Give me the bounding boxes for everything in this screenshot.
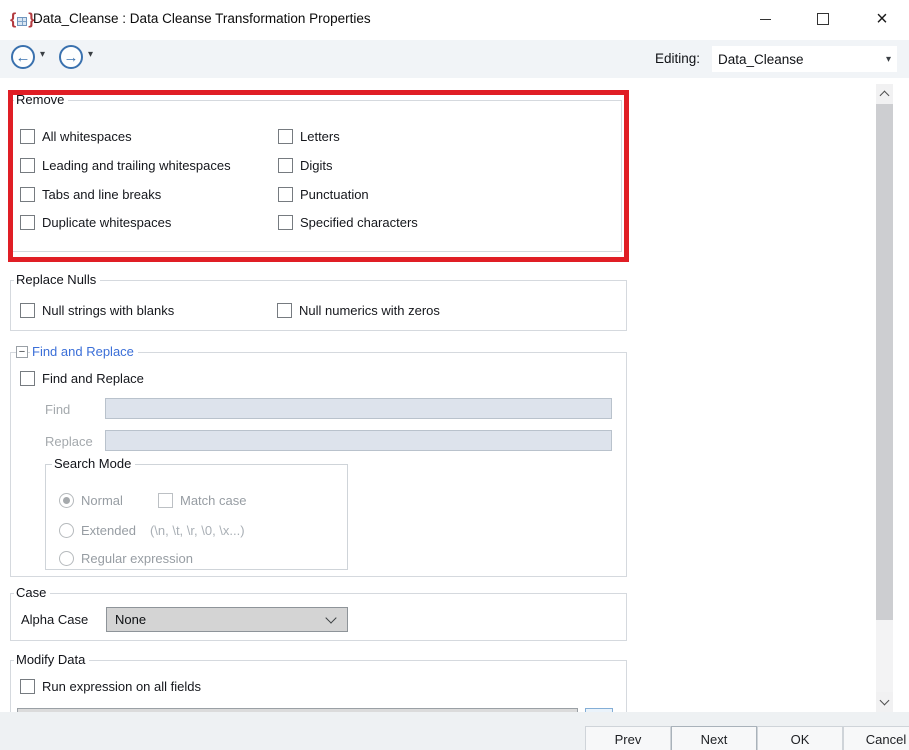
window-title: Data_Cleanse : Data Cleanse Transformati… [33, 11, 371, 26]
checkbox-punctuation[interactable] [278, 187, 293, 202]
back-icon: ← [16, 50, 31, 65]
checkbox-null-strings-blanks[interactable] [20, 303, 35, 318]
checkbox-all-whitespaces[interactable] [20, 129, 35, 144]
alpha-case-label: Alpha Case [21, 612, 88, 627]
group-case: Case Alpha Case None [10, 593, 627, 641]
close-button[interactable]: × [862, 0, 902, 38]
app-icon-grid [17, 17, 27, 26]
forward-dropdown-caret-icon[interactable]: ▾ [88, 49, 93, 60]
find-label: Find [45, 402, 70, 417]
checkbox-label: Null numerics with zeros [299, 303, 440, 318]
alpha-case-value: None [107, 612, 327, 627]
group-search-mode: Search Mode Normal Match case Extended(\… [45, 464, 348, 570]
checkbox-leading-trailing-whitespaces[interactable] [20, 158, 35, 173]
chevron-down-icon [880, 696, 890, 706]
back-button[interactable]: ← [11, 45, 35, 69]
maximize-icon [817, 13, 829, 25]
chevron-down-icon: ▾ [886, 54, 897, 65]
group-search-mode-title: Search Mode [52, 456, 135, 471]
checkbox-label: Find and Replace [42, 371, 144, 386]
replace-label: Replace [45, 434, 93, 449]
app-icon-brace-left: { [10, 10, 16, 30]
chevron-up-icon [880, 91, 890, 101]
checkbox-label: Digits [300, 158, 333, 173]
alpha-case-dropdown[interactable]: None [106, 607, 348, 632]
group-modify-data: Modify Data Run expression on all fields [10, 660, 627, 712]
minus-icon: − [19, 347, 25, 358]
checkbox-label: Specified characters [300, 215, 418, 230]
checkbox-match-case [158, 493, 173, 508]
group-modify-data-title: Modify Data [14, 652, 89, 667]
checkbox-find-and-replace[interactable] [20, 371, 35, 386]
ok-button[interactable]: OK [757, 726, 843, 750]
checkbox-duplicate-whitespaces[interactable] [20, 215, 35, 230]
checkbox-label: All whitespaces [42, 129, 132, 144]
dialog-footer: Prev Next OK Cancel [0, 712, 909, 750]
find-input [105, 398, 612, 419]
dialog-window: { "window": { "title": "Data_Cleanse : D… [0, 0, 909, 750]
title-bar: {} Data_Cleanse : Data Cleanse Transform… [0, 0, 909, 40]
checkbox-label: Duplicate whitespaces [42, 215, 171, 230]
minimize-button[interactable] [745, 0, 785, 38]
vertical-scrollbar[interactable] [876, 84, 893, 712]
scroll-up-button[interactable] [876, 84, 893, 104]
group-replace-nulls: Replace Nulls Null strings with blanks N… [10, 280, 627, 331]
forward-button[interactable]: → [59, 45, 83, 69]
group-replace-nulls-title: Replace Nulls [14, 272, 100, 287]
group-remove-title: Remove [14, 92, 68, 107]
close-icon: × [876, 8, 888, 31]
checkbox-tabs-line-breaks[interactable] [20, 187, 35, 202]
radio-label: Normal [81, 493, 123, 508]
checkbox-label: Null strings with blanks [42, 303, 174, 318]
group-case-title: Case [14, 585, 50, 600]
checkbox-run-expression-all-fields[interactable] [20, 679, 35, 694]
next-button[interactable]: Next [671, 726, 757, 750]
collapse-toggle[interactable]: − [16, 346, 28, 358]
extended-hint: (\n, \t, \r, \0, \x...) [150, 523, 245, 538]
checkbox-label: Leading and trailing whitespaces [42, 158, 231, 173]
replace-input [105, 430, 612, 451]
checkbox-digits[interactable] [278, 158, 293, 173]
checkbox-letters[interactable] [278, 129, 293, 144]
radio-extended [59, 523, 74, 538]
prev-button[interactable]: Prev [585, 726, 671, 750]
maximize-button[interactable] [803, 0, 843, 38]
checkbox-label: Tabs and line breaks [42, 187, 161, 202]
checkbox-label: Match case [180, 493, 246, 508]
checkbox-label: Punctuation [300, 187, 369, 202]
forward-icon: → [64, 50, 79, 65]
properties-panel: Remove All whitespaces Leading and trail… [0, 78, 909, 712]
radio-label: Extended [81, 523, 136, 538]
checkbox-null-numerics-zeros[interactable] [277, 303, 292, 318]
radio-regular-expression [59, 551, 74, 566]
minimize-icon [760, 19, 771, 20]
checkbox-label: Run expression on all fields [42, 679, 201, 694]
scrollbar-thumb[interactable] [876, 104, 893, 620]
checkbox-label: Letters [300, 129, 340, 144]
group-remove: Remove All whitespaces Leading and trail… [11, 100, 622, 252]
back-dropdown-caret-icon[interactable]: ▾ [40, 49, 45, 60]
group-find-replace: − Find and Replace Find and Replace Find… [10, 352, 627, 577]
editing-dropdown[interactable]: Data_Cleanse ▾ [712, 46, 897, 72]
radio-normal [59, 493, 74, 508]
chevron-down-icon [325, 612, 336, 623]
radio-label: Regular expression [81, 551, 193, 566]
editing-label: Editing: [655, 51, 700, 66]
toolbar: ← ▾ → ▾ Editing: Data_Cleanse ▾ [0, 40, 909, 78]
cancel-button[interactable]: Cancel [843, 726, 909, 750]
checkbox-specified-characters[interactable] [278, 215, 293, 230]
app-icon: {} [10, 9, 34, 31]
editing-dropdown-value: Data_Cleanse [712, 52, 886, 67]
scroll-down-button[interactable] [876, 692, 893, 712]
group-find-replace-title: Find and Replace [30, 344, 138, 359]
